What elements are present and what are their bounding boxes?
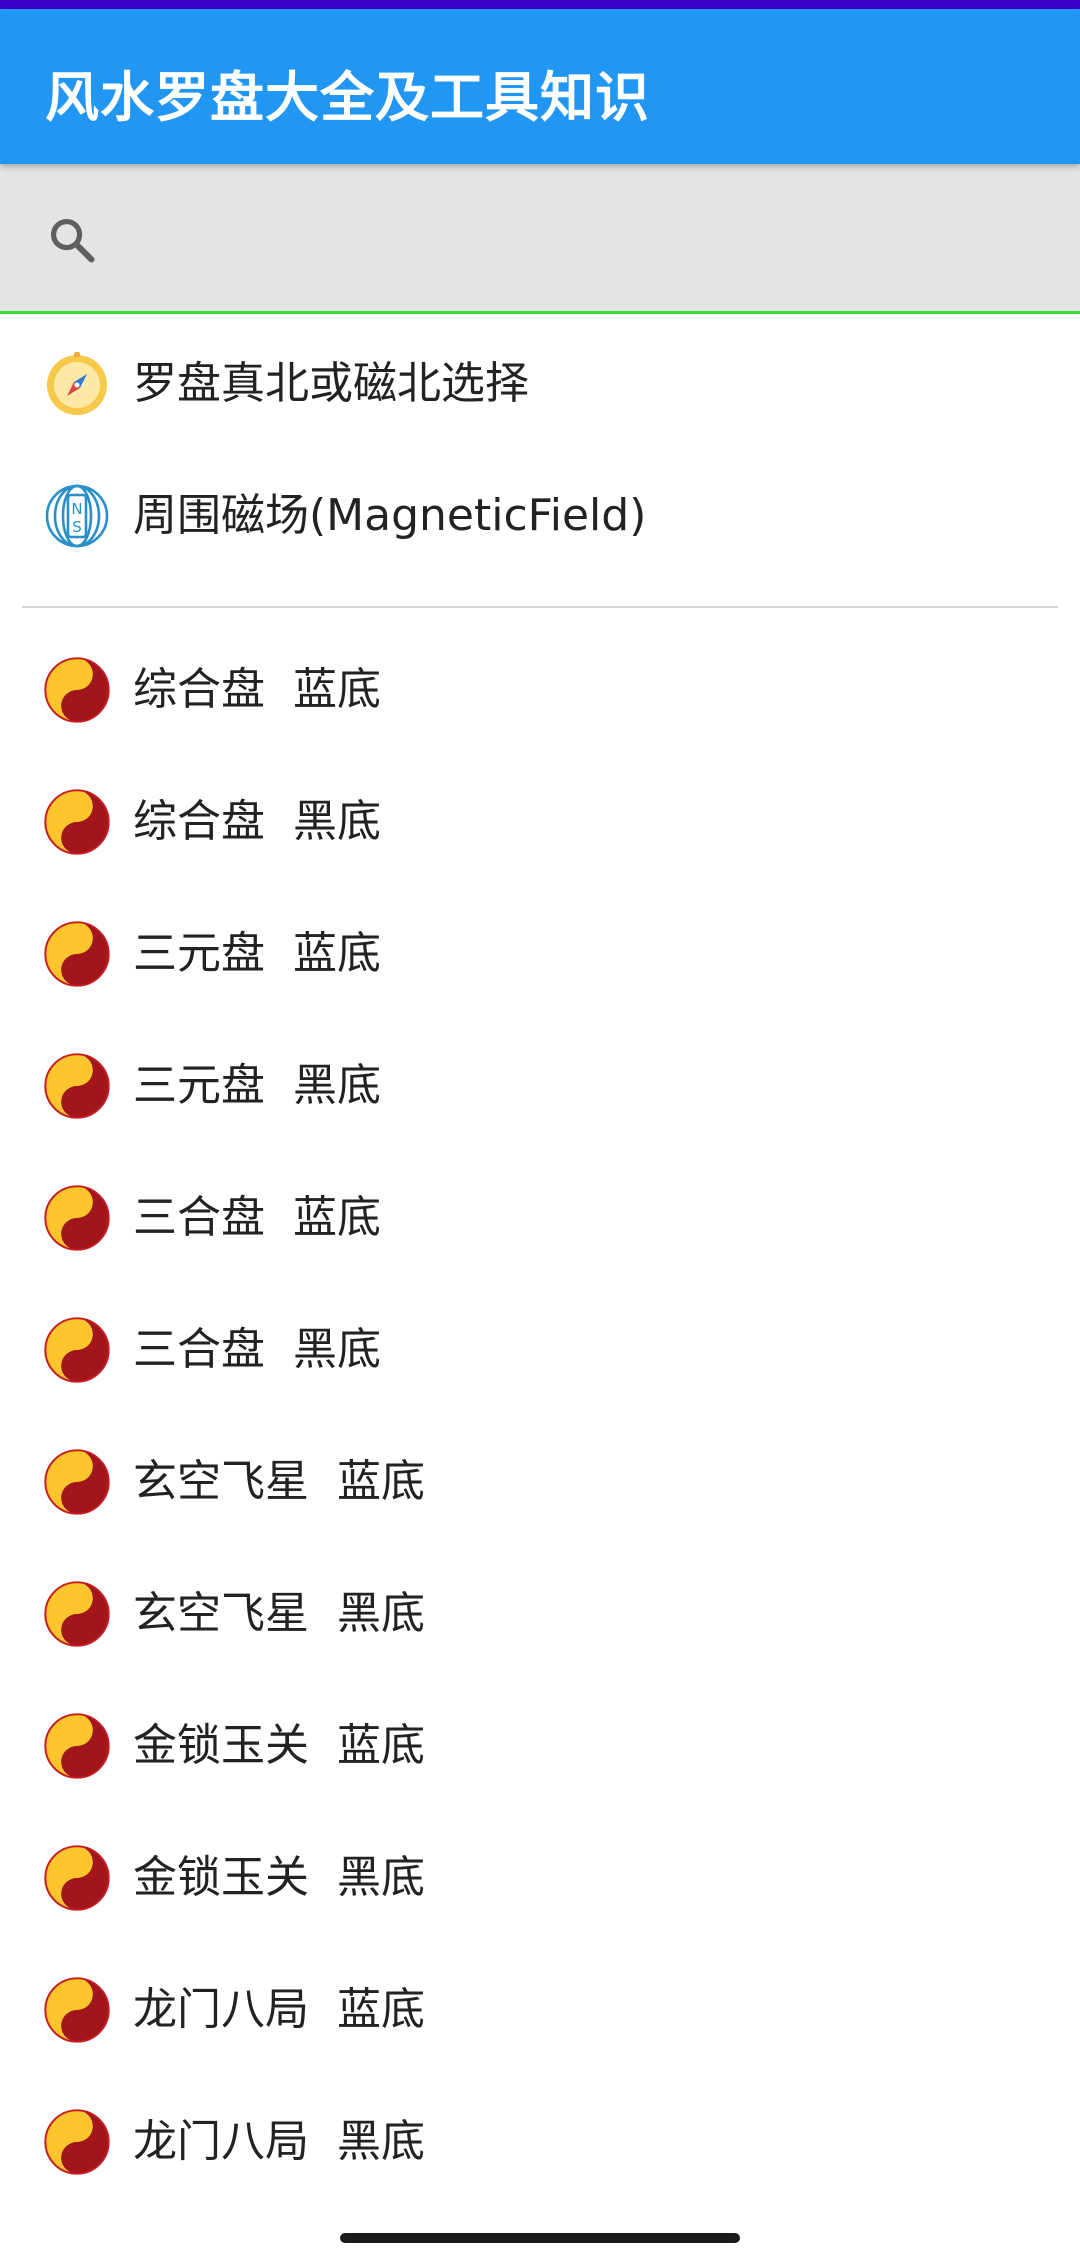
list-item-label: 周围磁场(MagneticField) <box>133 490 647 541</box>
list-item-label: 玄空飞星 黑底 <box>133 1588 425 1639</box>
app-title: 风水罗盘大全及工具知识 <box>45 66 650 129</box>
list-item-compass[interactable]: 综合盘 蓝底 <box>0 624 1080 756</box>
search-icon[interactable] <box>46 214 98 266</box>
status-bar <box>0 0 1080 9</box>
screen: 风水罗盘大全及工具知识 罗盘真北或磁北选择 N S 周围磁场(MagneticF… <box>0 0 1080 2260</box>
list-item-label: 罗盘真北或磁北选择 <box>133 358 529 409</box>
app-bar: 风水罗盘大全及工具知识 <box>0 9 1080 164</box>
search-bar[interactable] <box>0 164 1080 314</box>
list-item-compass[interactable]: 龙门八局 黑底 <box>0 2076 1080 2208</box>
compass-icon <box>47 352 107 415</box>
svg-text:N: N <box>71 500 82 518</box>
list-item-compass[interactable]: 龙门八局 蓝底 <box>0 1944 1080 2076</box>
svg-text:S: S <box>72 518 82 536</box>
list-item-magnetic-field[interactable]: N S 周围磁场(MagneticField) <box>0 450 1080 582</box>
yin-yang-icon <box>44 1053 110 1119</box>
list-item-label: 三元盘 蓝底 <box>133 928 381 979</box>
list-item-compass[interactable]: 玄空飞星 蓝底 <box>0 1416 1080 1548</box>
list-item-compass[interactable]: 三合盘 黑底 <box>0 1284 1080 1416</box>
yin-yang-icon <box>44 789 110 855</box>
list-item-label: 龙门八局 蓝底 <box>133 1984 425 2035</box>
list-item-compass[interactable]: 玄空飞星 黑底 <box>0 1548 1080 1680</box>
list-item-label: 综合盘 蓝底 <box>133 664 381 715</box>
list-item-label: 三元盘 黑底 <box>133 1060 381 1111</box>
search-input[interactable] <box>130 204 1034 276</box>
list-item-label: 玄空飞星 蓝底 <box>133 1456 425 1507</box>
yin-yang-icon <box>44 1581 110 1647</box>
list-item-compass[interactable]: 三元盘 蓝底 <box>0 888 1080 1020</box>
list-item-label: 金锁玉关 蓝底 <box>133 1720 425 1771</box>
yin-yang-icon <box>44 657 110 723</box>
list-item-compass[interactable]: 三元盘 黑底 <box>0 1020 1080 1152</box>
list-item-label: 三合盘 蓝底 <box>133 1192 381 1243</box>
yin-yang-icon <box>44 1185 110 1251</box>
menu-list: 罗盘真北或磁北选择 N S 周围磁场(MagneticField) 综合盘 蓝底… <box>0 318 1080 2208</box>
yin-yang-icon <box>44 1845 110 1911</box>
list-item-label: 三合盘 黑底 <box>133 1324 381 1375</box>
list-item-true-magnetic-north[interactable]: 罗盘真北或磁北选择 <box>0 318 1080 450</box>
list-item-compass[interactable]: 金锁玉关 蓝底 <box>0 1680 1080 1812</box>
home-indicator[interactable] <box>340 2233 740 2243</box>
list-item-compass[interactable]: 金锁玉关 黑底 <box>0 1812 1080 1944</box>
yin-yang-icon <box>44 1449 110 1515</box>
magnet-ns-icon: N S <box>45 484 109 548</box>
yin-yang-icon <box>44 2109 110 2175</box>
yin-yang-icon <box>44 1713 110 1779</box>
list-item-compass[interactable]: 三合盘 蓝底 <box>0 1152 1080 1284</box>
list-item-label: 龙门八局 黑底 <box>133 2116 425 2167</box>
yin-yang-icon <box>44 1977 110 2043</box>
compass-list: 综合盘 蓝底 综合盘 黑底 三元盘 蓝底 三元盘 黑底 三合盘 蓝底 三合盘 黑… <box>0 624 1080 2208</box>
list-item-label: 金锁玉关 黑底 <box>133 1852 425 1903</box>
list-item-label: 综合盘 黑底 <box>133 796 381 847</box>
yin-yang-icon <box>44 921 110 987</box>
divider <box>22 606 1058 608</box>
list-item-compass[interactable]: 综合盘 黑底 <box>0 756 1080 888</box>
yin-yang-icon <box>44 1317 110 1383</box>
